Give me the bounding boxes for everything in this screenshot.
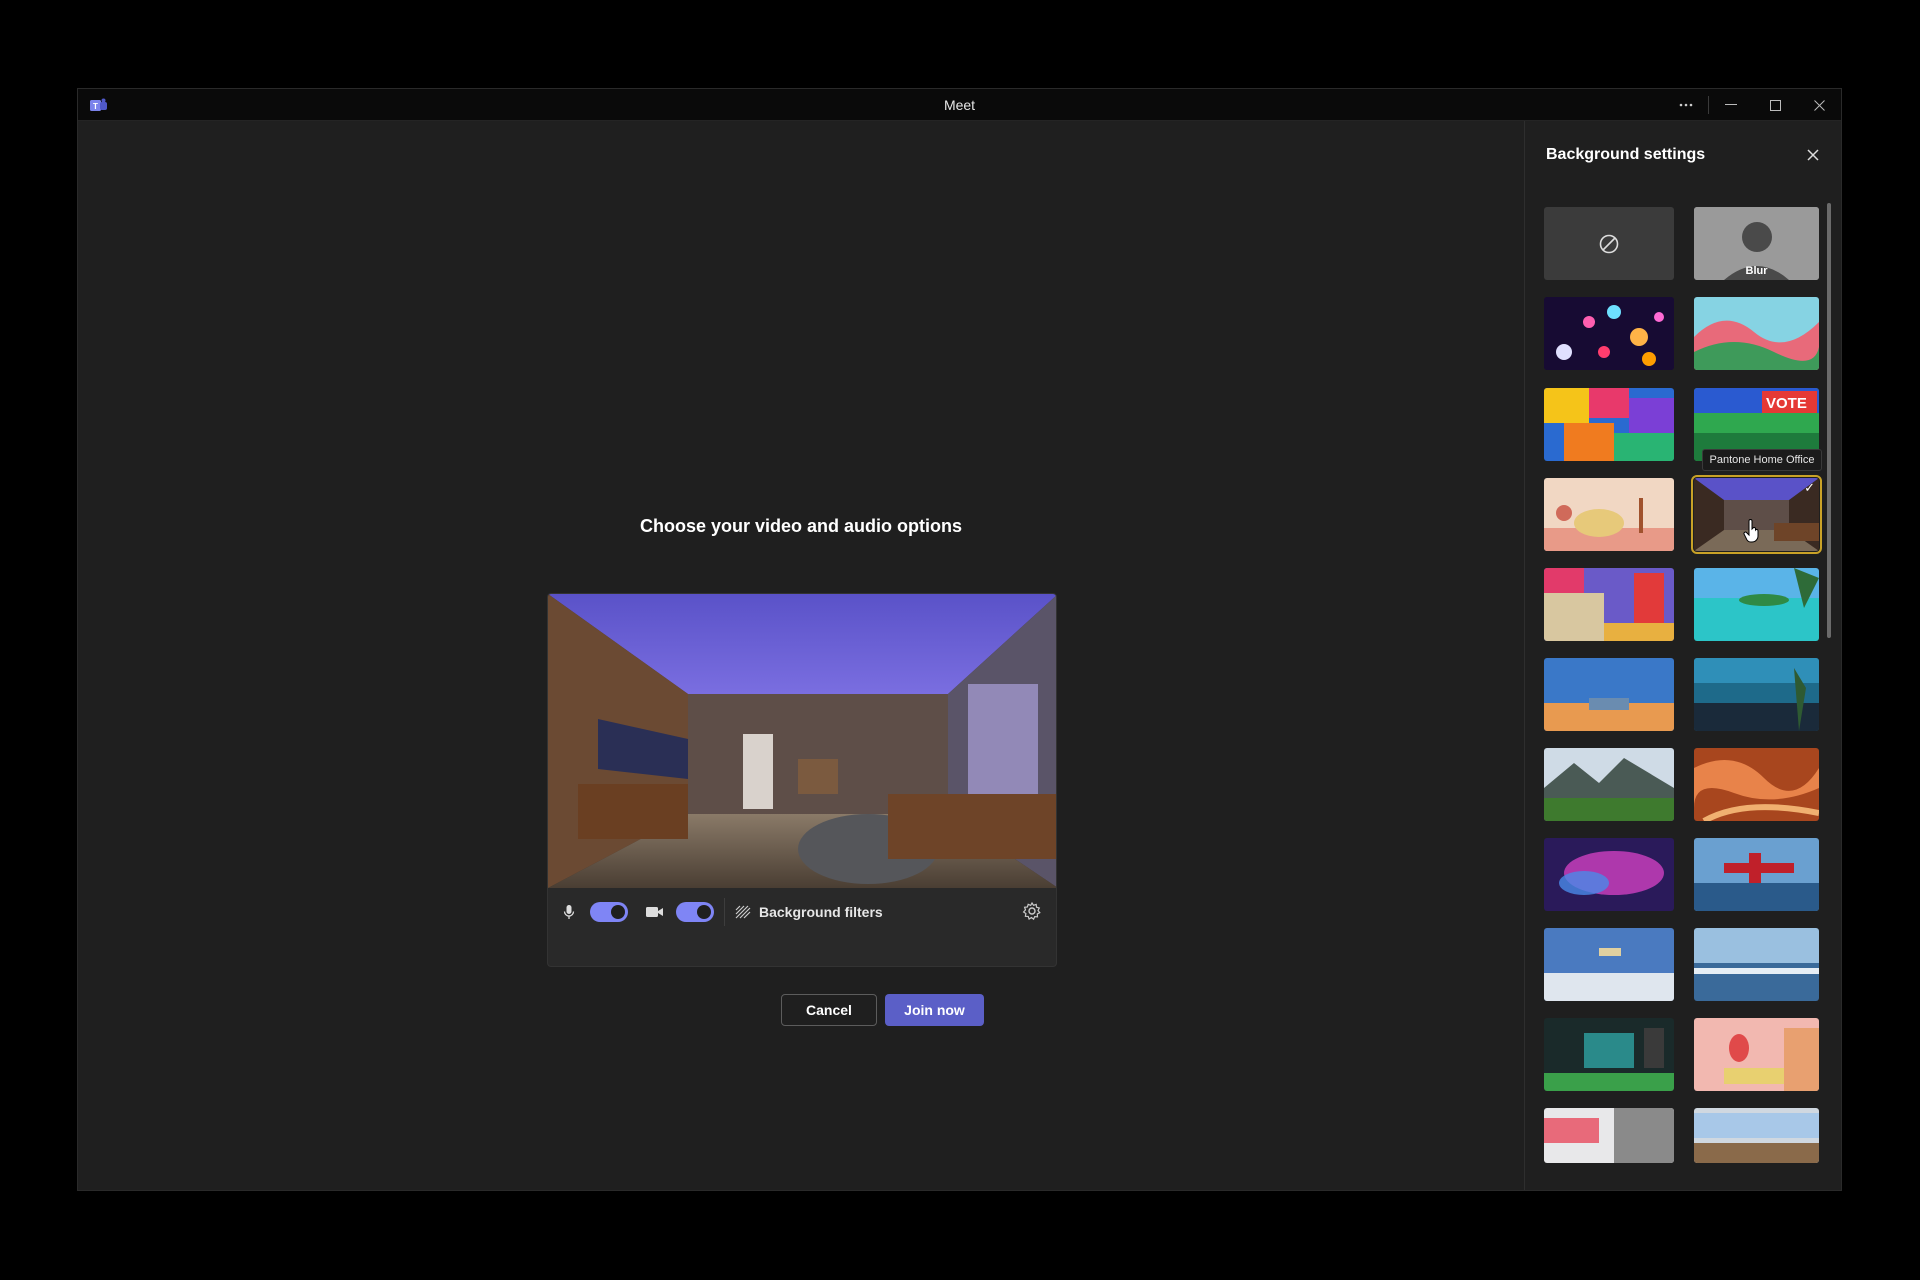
background-thumbnail[interactable] — [1544, 1108, 1674, 1163]
background-thumbnail[interactable] — [1544, 1018, 1674, 1091]
title-bar: T Meet — [78, 89, 1841, 121]
video-camera-icon — [644, 901, 666, 923]
background-thumbnail[interactable] — [1694, 1018, 1819, 1091]
blur-thumbnail[interactable]: Blur — [1694, 207, 1819, 280]
selected-check-icon: ✓ — [1804, 480, 1815, 495]
microphone-icon — [558, 901, 580, 923]
no-background-icon — [1599, 234, 1619, 253]
close-icon[interactable] — [1803, 145, 1823, 165]
window-controls — [1664, 89, 1841, 121]
background-filters-label: Background filters — [759, 904, 883, 920]
background-thumbnail[interactable] — [1544, 928, 1674, 1001]
minimize-button[interactable] — [1709, 89, 1753, 121]
device-controls-bar: Background filters — [548, 888, 1056, 936]
close-window-button[interactable] — [1797, 89, 1841, 121]
panel-title: Background settings — [1546, 146, 1706, 163]
prejoin-area: Choose your video and audio options Back… — [78, 121, 1524, 1190]
background-thumbnail[interactable] — [1694, 928, 1819, 1001]
join-now-button[interactable]: Join now — [885, 994, 984, 1026]
blur-label: Blur — [1745, 265, 1768, 277]
background-filters-icon — [735, 905, 751, 919]
page-title: Choose your video and audio options — [639, 516, 962, 536]
background-thumbnail[interactable] — [1544, 568, 1674, 641]
background-thumbnail[interactable] — [1694, 658, 1819, 731]
microphone-toggle[interactable] — [590, 902, 628, 922]
background-thumbnail[interactable] — [1544, 297, 1674, 370]
cancel-button[interactable]: Cancel — [781, 994, 877, 1026]
window-title: Meet — [943, 97, 976, 113]
background-thumbnail[interactable] — [1694, 568, 1819, 641]
camera-toggle[interactable] — [676, 902, 714, 922]
background-filters-button[interactable]: Background filters — [735, 904, 883, 920]
background-thumbnail[interactable] — [1544, 748, 1674, 821]
controls-divider — [724, 898, 725, 926]
gear-icon[interactable] — [1022, 901, 1042, 921]
more-options-icon[interactable] — [1664, 89, 1708, 121]
background-thumbnail[interactable] — [1544, 658, 1674, 731]
panel-scrollbar[interactable] — [1827, 203, 1831, 638]
hand-cursor-icon — [1743, 519, 1759, 543]
maximize-button[interactable] — [1753, 89, 1797, 121]
background-thumbnail[interactable] — [1544, 388, 1674, 461]
video-preview — [548, 594, 1056, 888]
video-preview-card: Background filters — [547, 593, 1057, 967]
background-thumbnail[interactable] — [1544, 478, 1674, 551]
background-thumbnail[interactable] — [1694, 297, 1819, 370]
background-thumbnail[interactable] — [1694, 838, 1819, 911]
svg-text:VOTE: VOTE — [1766, 395, 1807, 412]
background-thumbnail[interactable] — [1694, 748, 1819, 821]
background-thumbnail[interactable] — [1694, 1108, 1819, 1163]
background-thumbnail[interactable] — [1544, 838, 1674, 911]
thumbnail-tooltip: Pantone Home Office — [1702, 449, 1822, 471]
no-background-thumbnail[interactable] — [1544, 207, 1674, 280]
